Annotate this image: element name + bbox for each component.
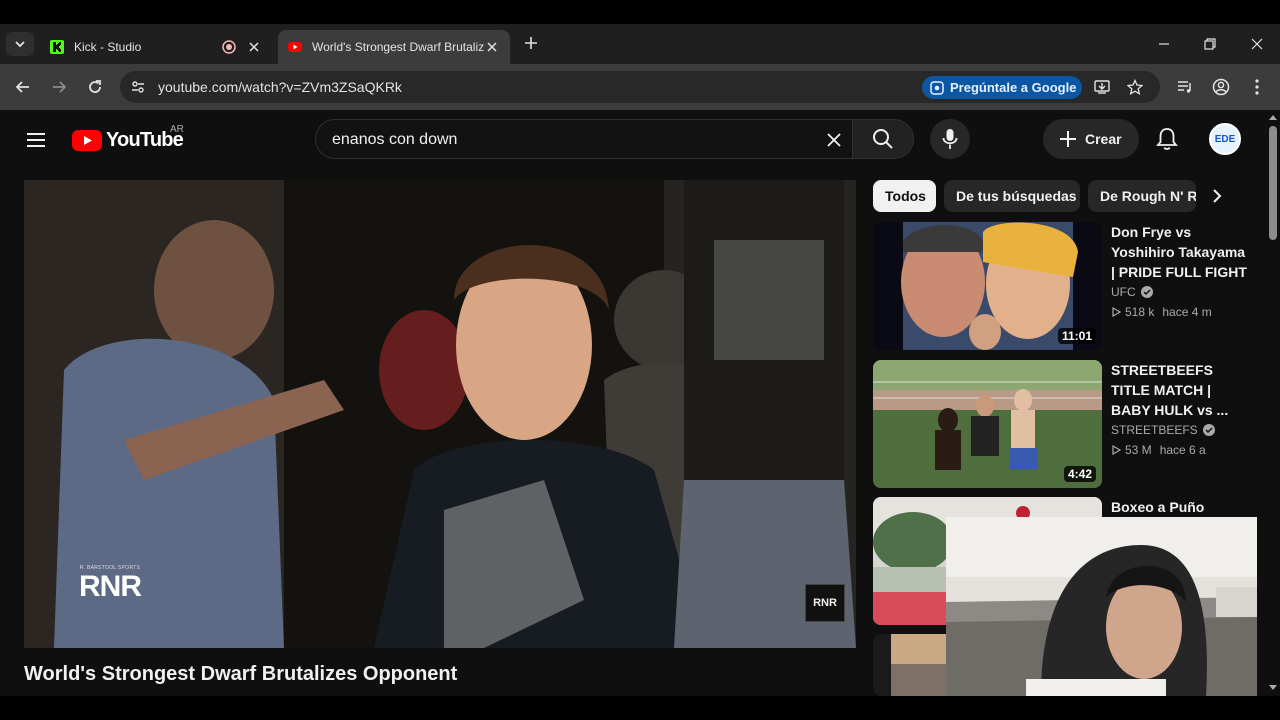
ask-google-label: Pregúntale a Google: [950, 80, 1077, 95]
chips-next-button[interactable]: [1205, 184, 1229, 208]
video-meta: 53 M hace 6 a: [1111, 443, 1206, 457]
screen-bottom-bar: [0, 696, 1280, 720]
kick-icon: [50, 40, 64, 54]
channel-name-text: STREETBEEFS: [1111, 423, 1198, 437]
screen-top-bar: [0, 0, 1280, 24]
play-outline-icon: [1111, 307, 1121, 317]
search-icon: [873, 129, 893, 149]
related-video[interactable]: 11:01 Don Frye vs Yoshihiro Takayama | P…: [873, 222, 1253, 350]
bookmark-star-icon[interactable]: [1125, 77, 1145, 97]
tab-close-icon[interactable]: [246, 39, 262, 55]
new-tab-button[interactable]: [520, 32, 542, 54]
notifications-button[interactable]: [1154, 126, 1180, 152]
duration-badge: 11:01: [1057, 328, 1096, 344]
search-query: enanos con down: [332, 131, 458, 148]
install-app-icon[interactable]: [1092, 77, 1112, 97]
related-video-title[interactable]: STREETBEEFS TITLE MATCH | BABY HULK vs .…: [1111, 360, 1247, 420]
url-text: youtube.com/watch?v=ZVm3ZSaQKRk: [158, 79, 402, 95]
browser-menu-icon[interactable]: [1246, 76, 1268, 98]
duration-badge: 4:42: [1063, 466, 1096, 482]
video-thumbnail[interactable]: 4:42: [873, 360, 1102, 488]
tab-close-icon[interactable]: [484, 39, 500, 55]
view-count: 518 k: [1125, 305, 1155, 319]
google-lens-icon: [930, 80, 944, 95]
webcam-feed: [946, 517, 1257, 696]
create-button[interactable]: Crear: [1043, 119, 1139, 159]
youtube-favicon-icon: [288, 42, 302, 52]
hamburger-icon: [27, 133, 45, 147]
menu-button[interactable]: [24, 128, 48, 152]
channel-name-text: UFC: [1111, 285, 1136, 299]
upload-age: hace 4 m: [1162, 305, 1212, 319]
video-player[interactable]: R. BARSTOOL SPORTS RNR RNR: [24, 180, 856, 648]
microphone-icon: [942, 129, 958, 149]
reload-icon: [89, 80, 101, 93]
arrow-right-icon: [53, 81, 67, 93]
restore-icon: [1204, 38, 1216, 50]
video-meta: 518 k hace 4 m: [1111, 305, 1212, 319]
arrow-left-icon: [15, 81, 29, 93]
watermark-logo-text: RNR: [79, 570, 142, 603]
voice-search-button[interactable]: [930, 119, 970, 159]
minimize-button[interactable]: [1152, 32, 1176, 56]
avatar[interactable]: EDE: [1209, 123, 1241, 155]
channel-name[interactable]: UFC: [1111, 285, 1153, 299]
chevron-down-icon: [15, 41, 25, 48]
back-button[interactable]: [11, 75, 35, 99]
chip-channel[interactable]: De Rough N' R: [1088, 180, 1196, 212]
channel-watermark-right[interactable]: RNR: [805, 584, 845, 622]
video-frame: [24, 180, 856, 648]
site-info-icon[interactable]: [128, 77, 148, 97]
tab-search-button[interactable]: [6, 32, 34, 56]
youtube-logo[interactable]: YouTube: [72, 126, 184, 154]
plus-icon: [525, 37, 537, 49]
scroll-down-arrow-icon[interactable]: [1268, 684, 1278, 692]
media-controls-icon[interactable]: [1174, 76, 1196, 98]
ask-google-button[interactable]: Pregúntale a Google: [922, 76, 1082, 99]
scroll-up-arrow-icon[interactable]: [1268, 113, 1278, 121]
address-bar[interactable]: youtube.com/watch?v=ZVm3ZSaQKRk Pregúnta…: [120, 71, 1160, 103]
youtube-play-icon: [72, 129, 102, 151]
verified-icon: [1140, 286, 1153, 298]
search-input[interactable]: enanos con down: [315, 119, 853, 159]
clear-search-icon[interactable]: [822, 128, 846, 152]
country-code: AR: [170, 124, 184, 135]
browser-toolbar: youtube.com/watch?v=ZVm3ZSaQKRk Pregúnta…: [0, 64, 1280, 110]
recording-icon: [222, 40, 236, 54]
webcam-overlay: [946, 517, 1257, 696]
verified-icon: [1202, 424, 1215, 436]
play-outline-icon: [1111, 445, 1121, 455]
reload-button[interactable]: [83, 75, 107, 99]
video-thumbnail[interactable]: 11:01: [873, 222, 1102, 350]
video-title: World's Strongest Dwarf Brutalizes Oppon…: [24, 663, 458, 685]
tab-kick-studio[interactable]: Kick - Studio: [40, 30, 272, 64]
channel-watermark-left: R. BARSTOOL SPORTS RNR: [72, 565, 148, 617]
browser-tab-strip: Kick - Studio World's Strongest Dwarf Br…: [0, 24, 1280, 64]
restore-button[interactable]: [1198, 32, 1222, 56]
plus-icon: [1059, 130, 1077, 148]
tab-title: Kick - Studio: [74, 40, 142, 54]
chevron-right-icon: [1213, 189, 1222, 203]
bell-icon: [1156, 128, 1178, 150]
view-count: 53 M: [1125, 443, 1152, 457]
scrollbar-thumb[interactable]: [1269, 126, 1277, 240]
close-window-button[interactable]: [1245, 32, 1269, 56]
channel-name[interactable]: STREETBEEFS: [1111, 423, 1215, 437]
chip-todos[interactable]: Todos: [873, 180, 936, 212]
tab-youtube-video[interactable]: World's Strongest Dwarf Brutaliz: [278, 30, 510, 64]
related-video[interactable]: 4:42 STREETBEEFS TITLE MATCH | BABY HULK…: [873, 360, 1253, 488]
minimize-icon: [1159, 43, 1169, 45]
chip-from-searches[interactable]: De tus búsquedas: [944, 180, 1080, 212]
related-video-title[interactable]: Boxeo a Puño: [1111, 497, 1247, 517]
tab-title: World's Strongest Dwarf Brutaliz: [312, 40, 484, 54]
close-icon: [1251, 38, 1263, 50]
forward-button[interactable]: [47, 75, 71, 99]
search-button[interactable]: [852, 119, 914, 159]
profile-icon[interactable]: [1210, 76, 1232, 98]
related-video-title[interactable]: Don Frye vs Yoshihiro Takayama | PRIDE F…: [1111, 222, 1247, 282]
upload-age: hace 6 a: [1159, 443, 1206, 457]
create-label: Crear: [1085, 131, 1122, 147]
